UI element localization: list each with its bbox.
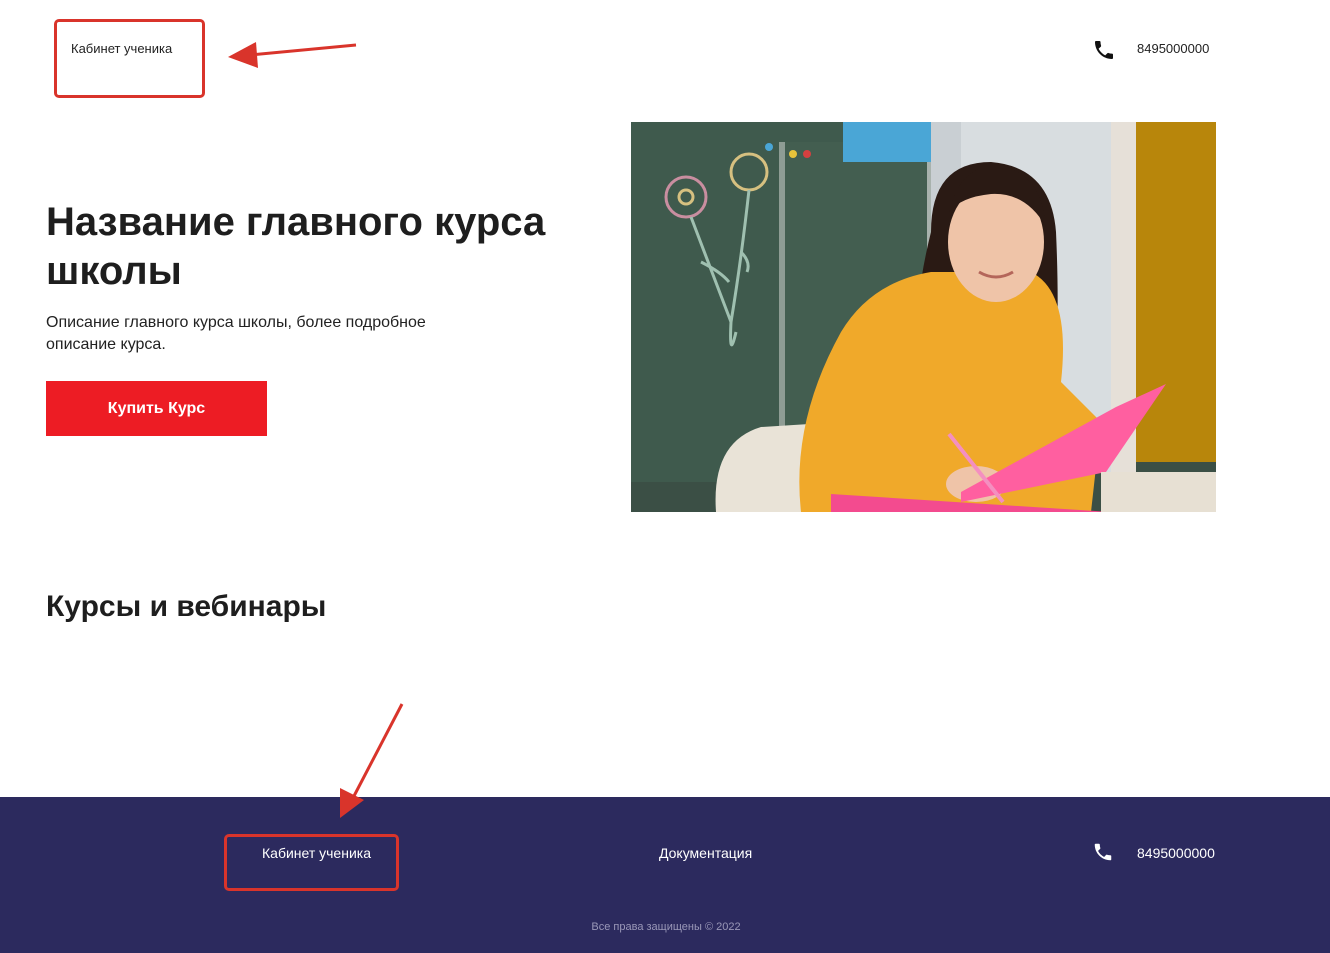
footer-docs-link[interactable]: Документация [659,845,752,861]
footer-phone-number[interactable]: 8495000000 [1137,845,1215,861]
header-phone-number[interactable]: 8495000000 [1137,41,1209,56]
buy-course-button[interactable]: Купить Курс [46,381,267,436]
footer: Кабинет ученика Документация 8495000000 … [0,797,1330,953]
phone-icon [1094,843,1112,861]
copyright-text: Все права защищены © 2022 [591,921,741,933]
courses-section-title: Курсы и вебинары [46,590,327,623]
annotation-arrow-top [228,42,357,68]
annotation-box-header [54,19,205,98]
hero-description: Описание главного курса школы, более под… [46,314,426,353]
hero-title: Название главного курса школы [46,200,546,293]
hero-image [631,122,1216,512]
phone-icon [1095,41,1113,59]
annotation-box-footer [224,834,399,891]
